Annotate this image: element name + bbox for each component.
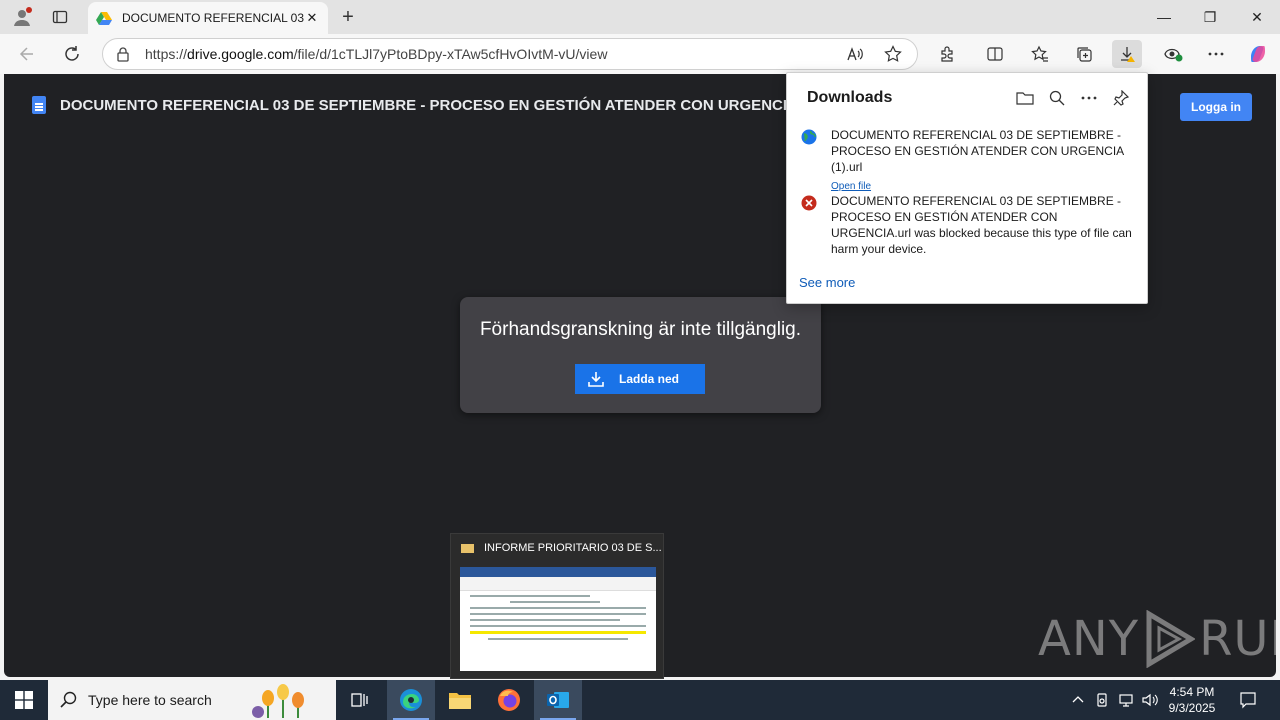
windows-logo-icon xyxy=(15,691,33,709)
pin-icon[interactable] xyxy=(1110,87,1132,109)
downloads-icon[interactable] xyxy=(1112,40,1142,68)
download-button-label: Ladda ned xyxy=(619,372,680,386)
downloads-title: Downloads xyxy=(807,89,893,106)
open-folder-icon[interactable] xyxy=(1014,87,1036,109)
search-placeholder: Type here to search xyxy=(88,692,212,708)
collections-icon[interactable] xyxy=(1069,40,1099,68)
windows-taskbar: Type here to search 4:54 PM 9/3/2025 xyxy=(0,680,1280,720)
new-tab-button[interactable]: + xyxy=(336,5,360,29)
address-bar[interactable]: https://drive.google.com/file/d/1cTLJl7y… xyxy=(102,38,918,70)
tab-google-drive[interactable]: DOCUMENTO REFERENCIAL 03 DE SEPTIEMBRE ✕ xyxy=(88,2,328,34)
blocked-download-text: DOCUMENTO REFERENCIAL 03 DE SEPTIEMBRE -… xyxy=(831,194,1132,256)
notifications-icon[interactable] xyxy=(1232,680,1264,720)
close-window-button[interactable]: ✕ xyxy=(1234,0,1280,34)
download-icon xyxy=(588,372,604,387)
split-screen-icon[interactable] xyxy=(980,40,1010,68)
outlook-window-preview[interactable]: INFORME PRIORITARIO 03 DE S... xyxy=(450,533,664,679)
see-more-link[interactable]: See more xyxy=(799,275,855,290)
back-icon[interactable] xyxy=(13,40,41,68)
task-view-icon[interactable] xyxy=(336,680,384,720)
download-item-blocked[interactable]: DOCUMENTO REFERENCIAL 03 DE SEPTIEMBRE -… xyxy=(801,193,1137,257)
google-drive-icon xyxy=(96,12,112,25)
taskbar-search-box[interactable]: Type here to search xyxy=(48,680,336,720)
settings-more-icon[interactable] xyxy=(1201,40,1231,68)
search-icon xyxy=(60,691,77,708)
globe-file-icon xyxy=(801,129,817,145)
login-button[interactable]: Logga in xyxy=(1180,93,1252,121)
preview-title-row: INFORME PRIORITARIO 03 DE S... xyxy=(461,542,662,554)
volume-icon[interactable] xyxy=(1140,690,1160,710)
site-info-icon[interactable] xyxy=(115,46,131,62)
browser-tab-bar: DOCUMENTO REFERENCIAL 03 DE SEPTIEMBRE ✕… xyxy=(0,0,1280,34)
browser-essentials-icon[interactable] xyxy=(1158,40,1188,68)
minimize-button[interactable]: — xyxy=(1141,0,1187,34)
anyrun-watermark: ANY RUN xyxy=(1038,610,1276,668)
preview-unavailable-message: Förhandsgranskning är inte tillgänglig. xyxy=(479,319,802,340)
outlook-taskbar-icon[interactable] xyxy=(534,680,582,720)
downloads-panel: Downloads DOCUMENTO REFERENCIAL 03 DE SE… xyxy=(786,72,1148,304)
preview-title: INFORME PRIORITARIO 03 DE S... xyxy=(484,542,662,554)
clock-date: 9/3/2025 xyxy=(1168,701,1216,715)
more-options-icon[interactable] xyxy=(1078,87,1100,109)
favorite-star-icon[interactable] xyxy=(881,42,905,66)
show-hidden-icons-chevron-icon[interactable] xyxy=(1068,690,1088,710)
firefox-icon[interactable] xyxy=(485,680,533,720)
refresh-icon[interactable] xyxy=(58,40,86,68)
download-item[interactable]: DOCUMENTO REFERENCIAL 03 DE SEPTIEMBRE -… xyxy=(801,127,1137,195)
browser-toolbar: https://drive.google.com/file/d/1cTLJl7y… xyxy=(0,34,1280,74)
system-clock[interactable]: 4:54 PM 9/3/2025 xyxy=(1160,684,1224,716)
tab-actions-icon[interactable] xyxy=(47,5,73,29)
google-docs-icon xyxy=(32,96,46,114)
document-title: DOCUMENTO REFERENCIAL 03 DE SEPTIEMBRE -… xyxy=(60,96,798,114)
download-button[interactable]: Ladda ned xyxy=(575,364,705,394)
preview-unavailable-card: Förhandsgranskning är inte tillgänglig. … xyxy=(460,297,821,413)
start-button[interactable] xyxy=(0,680,48,720)
extensions-icon[interactable] xyxy=(932,40,962,68)
blocked-error-icon xyxy=(801,195,817,211)
envelope-icon xyxy=(461,543,474,553)
tulips-decoration-icon xyxy=(252,684,304,718)
restore-button[interactable]: ❐ xyxy=(1187,0,1233,34)
url-text[interactable]: https://drive.google.com/file/d/1cTLJl7y… xyxy=(145,46,829,62)
close-tab-icon[interactable]: ✕ xyxy=(304,10,320,26)
search-downloads-icon[interactable] xyxy=(1046,87,1068,109)
profile-icon[interactable] xyxy=(9,5,35,29)
play-logo-icon xyxy=(1146,610,1196,668)
copilot-icon[interactable] xyxy=(1243,40,1273,68)
network-icon[interactable] xyxy=(1116,690,1136,710)
clock-time: 4:54 PM xyxy=(1169,685,1215,699)
preview-thumbnail xyxy=(460,567,656,671)
favorites-icon[interactable] xyxy=(1025,40,1055,68)
file-explorer-icon[interactable] xyxy=(436,680,484,720)
tab-title: DOCUMENTO REFERENCIAL 03 DE SEPTIEMBRE xyxy=(122,11,304,25)
device-tray-icon[interactable] xyxy=(1092,690,1112,710)
document-header: DOCUMENTO REFERENCIAL 03 DE SEPTIEMBRE -… xyxy=(32,96,798,114)
download-item-name: DOCUMENTO REFERENCIAL 03 DE SEPTIEMBRE -… xyxy=(831,128,1124,174)
edge-taskbar-icon[interactable] xyxy=(387,680,435,720)
read-aloud-icon[interactable] xyxy=(843,42,867,66)
